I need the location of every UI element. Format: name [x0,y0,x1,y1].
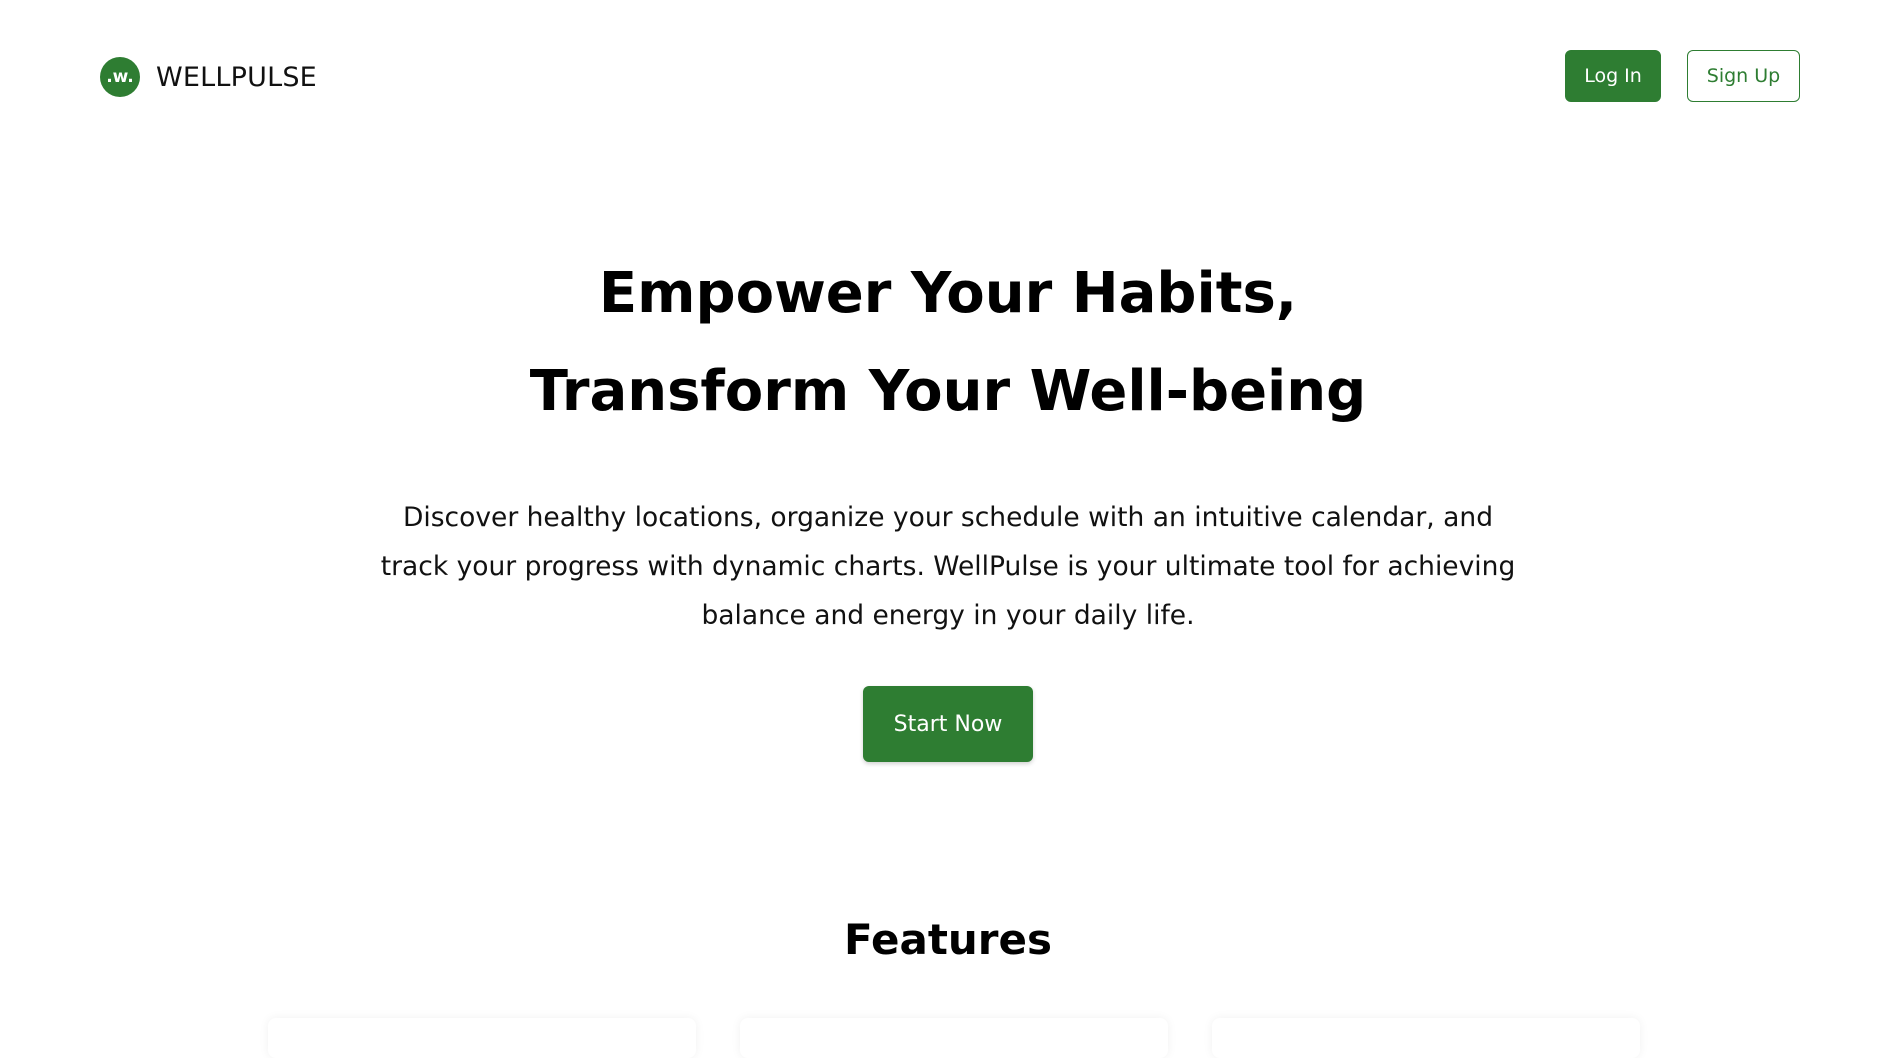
feature-card [268,1018,696,1058]
feature-cards [268,1018,1640,1058]
signup-button[interactable]: Sign Up [1687,50,1800,102]
wellpulse-logo-icon: .w. [100,57,140,97]
brand-name: WELLPULSE [156,61,317,93]
auth-actions: Log In Sign Up [1565,50,1800,102]
login-button[interactable]: Log In [1565,50,1661,102]
feature-card [740,1018,1168,1058]
hero-title-line-2: Transform Your Well-being [529,359,1367,424]
hero-title-line-1: Empower Your Habits, [598,261,1298,326]
brand[interactable]: .w. WELLPULSE [100,57,317,97]
hero-description: Discover healthy locations, organize you… [380,502,1516,631]
features-heading: Features [844,915,1052,964]
hero-title: Empower Your Habits, Transform Your Well… [0,245,1896,441]
start-now-button[interactable]: Start Now [863,686,1033,762]
site-header: .w. WELLPULSE Log In Sign Up [0,0,1896,154]
feature-card [1212,1018,1640,1058]
hero-section: Empower Your Habits, Transform Your Well… [0,245,1896,762]
